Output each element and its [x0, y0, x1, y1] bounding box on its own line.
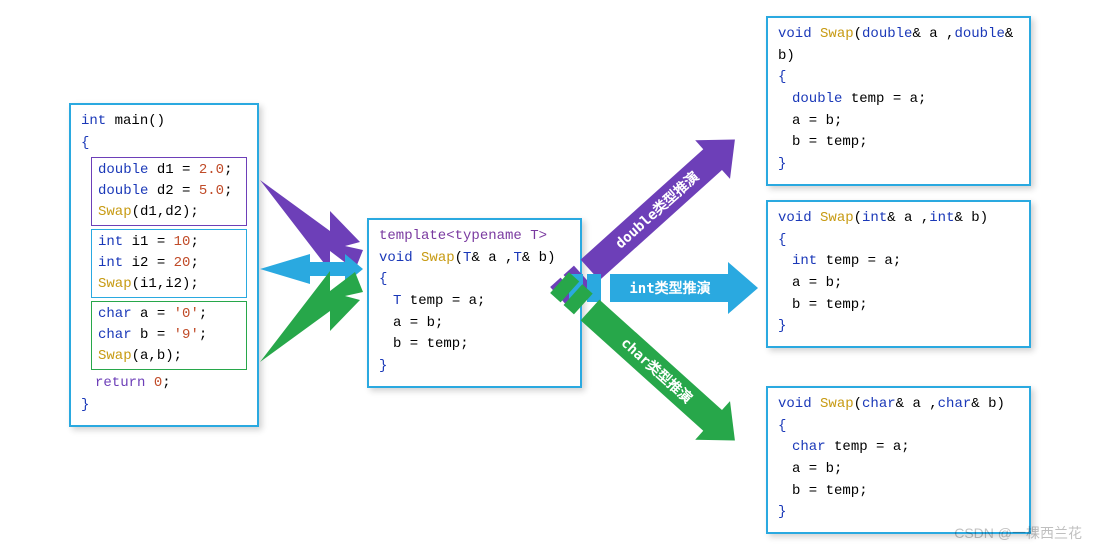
arrow-main-char-to-template [260, 271, 363, 362]
main-name: main [106, 113, 148, 129]
main-int-kw: int [81, 113, 106, 129]
svg-text:char类型推演: char类型推演 [618, 334, 696, 407]
svg-text:int类型推演: int类型推演 [629, 280, 710, 297]
main-char-block: char a = '0'; char b = '9'; Swap(a,b); [91, 301, 247, 370]
arrow-main-int-to-template [260, 254, 363, 284]
main-return-kw: return [95, 375, 145, 391]
arrow-main-double-to-template [260, 180, 363, 271]
main-open-brace: { [81, 133, 247, 155]
main-close-brace: } [81, 395, 247, 417]
arrow-int-deduction: int类型推演 [569, 262, 758, 314]
template-function-box: template<typename T> void Swap(T& a ,T& … [367, 218, 582, 388]
svg-text:double类型推演: double类型推演 [612, 168, 703, 252]
main-double-block: double d1 = 2.0; double d2 = 5.0; Swap(d… [91, 157, 247, 226]
char-swap-box: void Swap(char& a ,char& b) { char temp … [766, 386, 1031, 534]
double-swap-box: void Swap(double& a ,double& b) { double… [766, 16, 1031, 186]
main-function-box: int main() { double d1 = 2.0; double d2 … [69, 103, 259, 427]
main-paren: () [148, 113, 165, 129]
main-int-block: int i1 = 10; int i2 = 20; Swap(i1,i2); [91, 229, 247, 298]
int-swap-box: void Swap(int& a ,int& b) { int temp = a… [766, 200, 1031, 348]
watermark-label: CSDN @一棵西兰花 [954, 523, 1082, 543]
